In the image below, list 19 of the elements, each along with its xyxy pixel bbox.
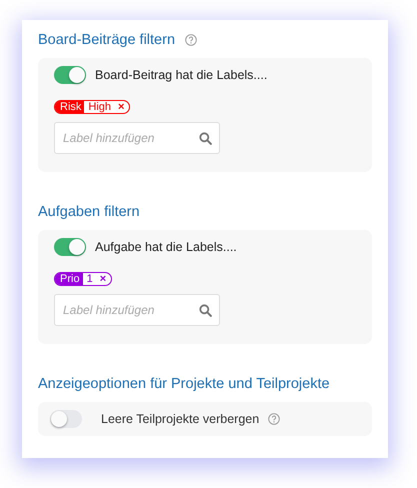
toggle-label: Board-Beitrag hat die Labels.... — [95, 68, 268, 82]
toggle-switch[interactable] — [54, 238, 86, 256]
section-title: Board-Beiträge filtern — [38, 32, 176, 48]
search-icon[interactable] — [199, 304, 212, 317]
section-title: Anzeigeoptionen für Projekte und Teilprojekte — [38, 376, 330, 392]
label-search-field[interactable]: Label hinzufügen — [54, 294, 220, 326]
help-icon[interactable] — [268, 413, 280, 425]
label-search-field[interactable]: Label hinzufügen — [54, 122, 220, 154]
help-icon[interactable] — [185, 34, 198, 46]
label-tag: Risk High × — [54, 100, 130, 114]
search-icon[interactable] — [199, 132, 212, 145]
toggle-switch[interactable] — [54, 66, 86, 84]
toggle-label: Leere Teilprojekte verbergen — [101, 412, 260, 426]
toggle-switch[interactable] — [50, 410, 82, 428]
remove-icon[interactable]: × — [115, 101, 130, 113]
section-title: Aufgaben filtern — [38, 204, 140, 220]
toggle-label: Aufgabe hat die Labels.... — [95, 240, 237, 254]
remove-icon[interactable]: × — [96, 273, 112, 285]
label-tag: Prio 1 × — [54, 272, 112, 286]
